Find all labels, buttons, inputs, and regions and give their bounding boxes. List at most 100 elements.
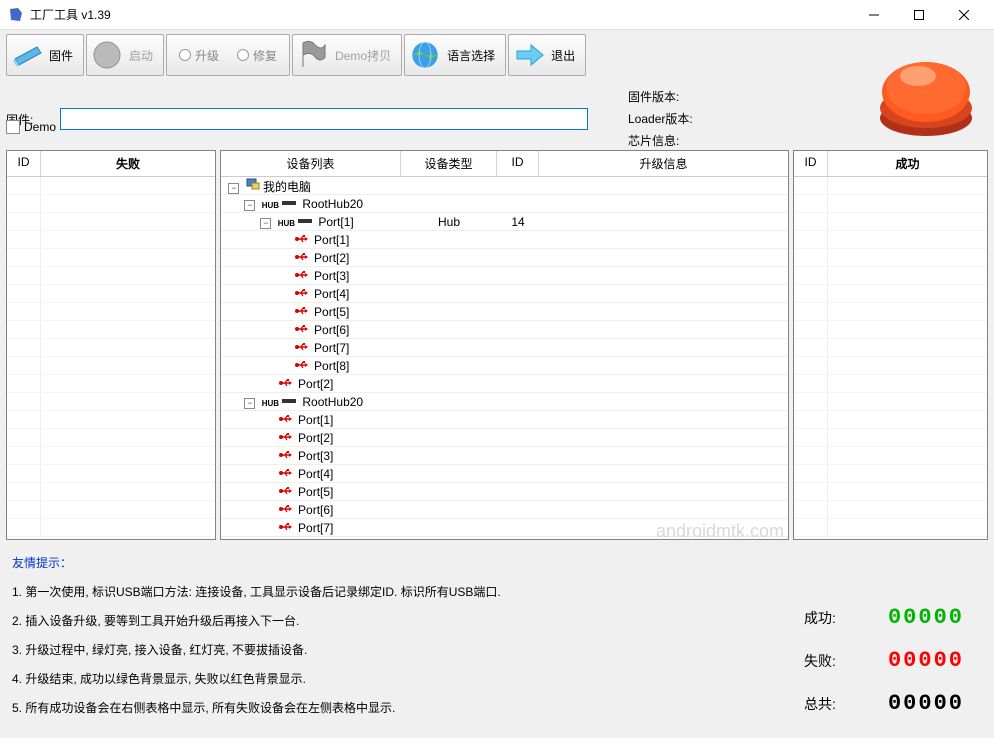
minimize-button[interactable]: [851, 0, 896, 29]
demo-checkbox[interactable]: [6, 120, 20, 134]
device-id-cell: [497, 377, 539, 391]
tree-row[interactable]: Port[5]: [221, 303, 788, 321]
radio-icon: [237, 49, 249, 61]
tree-label: 我的电脑: [263, 180, 311, 194]
success-header: 成功: [828, 151, 987, 176]
chip-info-label: 芯片信息:: [628, 130, 708, 152]
repair-radio[interactable]: 修复: [237, 47, 277, 64]
tree-row[interactable]: Port[1]: [221, 231, 788, 249]
device-type-cell: [401, 359, 497, 373]
app-icon: [8, 7, 24, 23]
stats-fail-label: 失败:: [804, 651, 864, 671]
maximize-button[interactable]: [896, 0, 941, 29]
upgrade-radio-label: 升级: [195, 47, 219, 64]
tree-row[interactable]: Port[7]: [221, 339, 788, 357]
device-type-cell: [401, 521, 497, 535]
tree-label: Port[5]: [314, 305, 349, 319]
tree-label: Port[2]: [298, 431, 333, 445]
device-id-cell: [497, 197, 539, 211]
tree-row[interactable]: Port[2]: [221, 375, 788, 393]
tree-row[interactable]: − 我的电脑: [221, 177, 788, 195]
watermark: androidmtk.com: [656, 521, 784, 542]
titlebar: 工厂工具 v1.39: [0, 0, 994, 30]
device-type-cell: [401, 377, 497, 391]
tree-row[interactable]: Port[4]: [221, 285, 788, 303]
tree-label: Port[2]: [314, 251, 349, 265]
tree-label: Port[1]: [298, 413, 333, 427]
device-type-cell: [401, 323, 497, 337]
device-id-cell: [497, 395, 539, 409]
stats-fail-value: 00000: [864, 648, 964, 673]
tree-toggle-icon[interactable]: −: [228, 183, 239, 194]
device-tree[interactable]: − 我的电脑 − HUB RootHub20 − HUB: [221, 177, 788, 539]
stats-block: 成功: 00000 失败: 00000 总共: 00000: [804, 587, 964, 734]
tree-label: Port[6]: [298, 503, 333, 517]
device-id-cell: [497, 177, 539, 195]
tree-row[interactable]: Port[3]: [221, 267, 788, 285]
stats-total-label: 总共:: [804, 694, 864, 714]
close-button[interactable]: [941, 0, 986, 29]
hub-icon: HUB: [262, 399, 279, 408]
language-button[interactable]: 语言选择: [404, 34, 506, 76]
usb-icon: [294, 323, 308, 333]
tree-row[interactable]: Port[3]: [221, 447, 788, 465]
tree-label: Port[5]: [298, 485, 333, 499]
demo-copy-button[interactable]: Demo拷贝: [292, 34, 402, 76]
device-type-cell: [401, 413, 497, 427]
usb-icon: [294, 341, 308, 351]
emergency-button[interactable]: [876, 48, 976, 140]
tree-row[interactable]: Port[5]: [221, 483, 788, 501]
success-id-header: ID: [794, 151, 828, 176]
tree-row[interactable]: − HUB RootHub20: [221, 195, 788, 213]
tree-toggle-icon[interactable]: −: [260, 218, 271, 229]
device-list-header: 设备列表: [221, 151, 401, 176]
tree-row[interactable]: Port[4]: [221, 465, 788, 483]
repair-radio-label: 修复: [253, 47, 277, 64]
tree-label: Port[1]: [318, 215, 353, 229]
tree-label: Port[3]: [314, 269, 349, 283]
device-id-cell: [497, 539, 539, 540]
device-id-cell: [497, 359, 539, 373]
device-type-cell: [401, 269, 497, 283]
usb-icon: [278, 467, 292, 477]
start-button[interactable]: 启动: [86, 34, 164, 76]
usb-icon: [278, 377, 292, 387]
upgrade-radio[interactable]: 升级: [179, 47, 219, 64]
success-panel: ID 成功: [793, 150, 988, 540]
device-panel: 设备列表 设备类型 ID 升级信息 − 我的电脑 − HUB Root: [220, 150, 789, 540]
flag-icon: [297, 39, 329, 71]
device-type-cell: [401, 251, 497, 265]
usb-icon: [278, 485, 292, 495]
device-id-cell: 14: [497, 215, 539, 229]
hub-icon: HUB: [278, 219, 295, 228]
stats-total-value: 00000: [864, 691, 964, 716]
tree-label: RootHub20: [302, 395, 363, 409]
device-type-cell: [401, 395, 497, 409]
hints-title: 友情提示：: [12, 554, 982, 571]
usb-icon: [294, 233, 308, 243]
tree-toggle-icon[interactable]: −: [244, 398, 255, 409]
arrow-right-icon: [513, 39, 545, 71]
tree-toggle-icon[interactable]: −: [244, 200, 255, 211]
device-id-cell: [497, 233, 539, 247]
device-type-cell: [401, 449, 497, 463]
fw-version-label: 固件版本:: [628, 86, 708, 108]
radio-icon: [179, 49, 191, 61]
tree-row[interactable]: − HUB RootHub20: [221, 393, 788, 411]
tree-row[interactable]: − HUB Port[1] Hub 14: [221, 213, 788, 231]
firmware-button[interactable]: 固件: [6, 34, 84, 76]
device-type-cell: [401, 467, 497, 481]
tree-row[interactable]: Port[2]: [221, 429, 788, 447]
tree-row[interactable]: Port[8]: [221, 357, 788, 375]
firmware-path-input[interactable]: [60, 108, 588, 130]
tree-row[interactable]: Port[6]: [221, 321, 788, 339]
exit-button[interactable]: 退出: [508, 34, 586, 76]
usb-icon: [278, 521, 292, 531]
tree-row[interactable]: Port[2]: [221, 249, 788, 267]
tree-row[interactable]: Port[1]: [221, 411, 788, 429]
globe-icon: [409, 39, 441, 71]
device-id-cell: [497, 341, 539, 355]
tree-row[interactable]: Port[6]: [221, 501, 788, 519]
tree-label: Port[4]: [298, 467, 333, 481]
device-type-cell: [401, 503, 497, 517]
